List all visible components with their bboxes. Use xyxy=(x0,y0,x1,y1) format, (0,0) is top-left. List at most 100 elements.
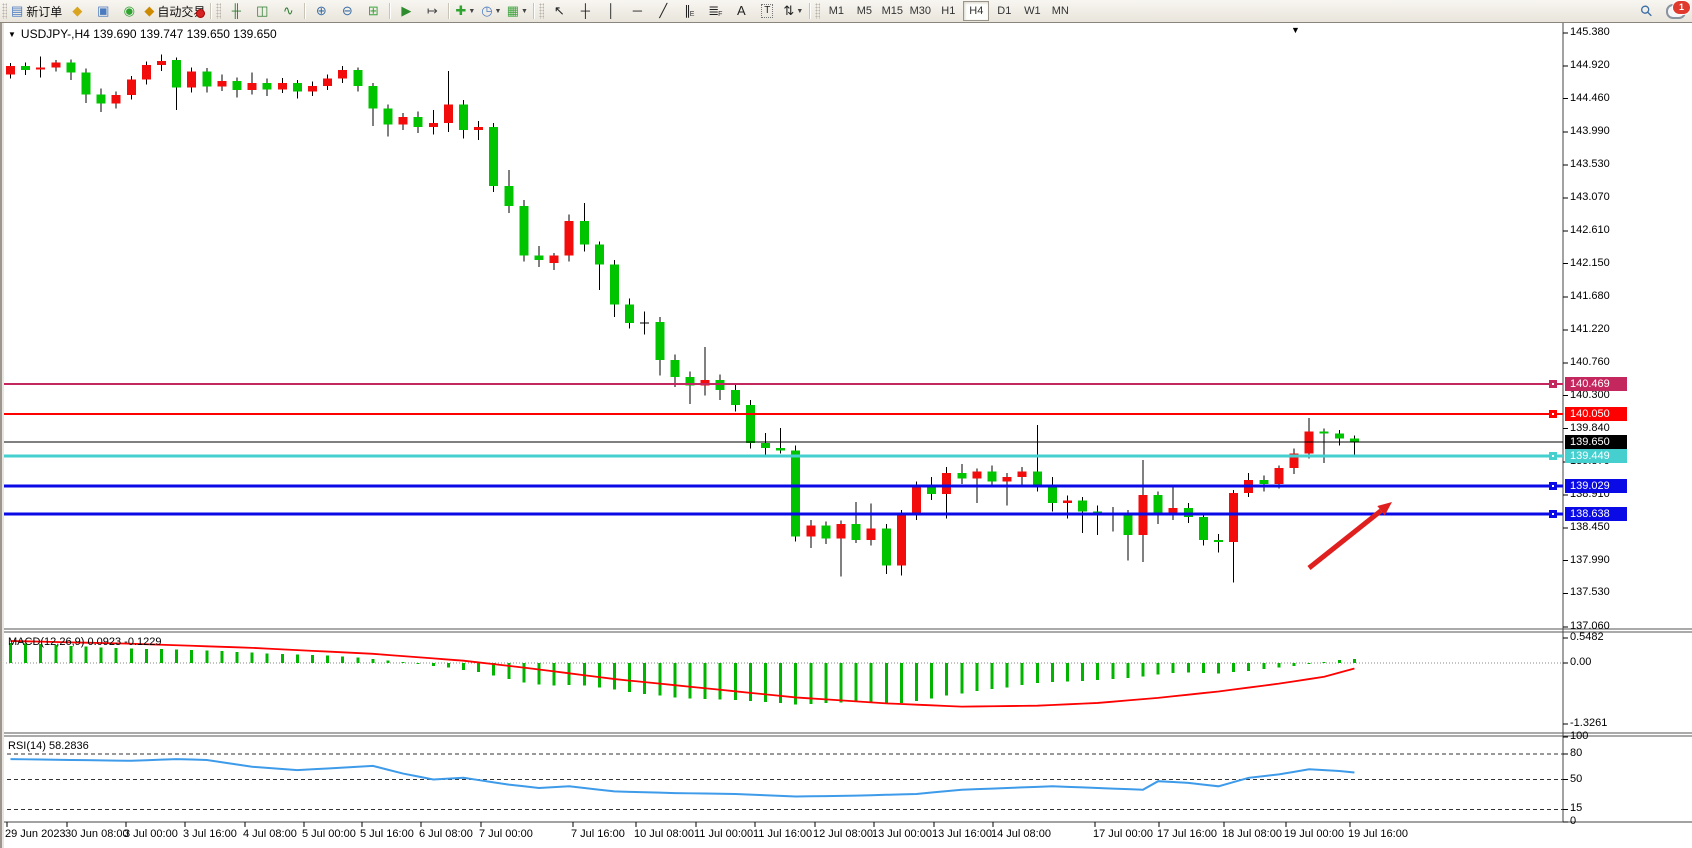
signals-button[interactable]: ◉ xyxy=(116,1,142,21)
toolbar-drag-handle[interactable] xyxy=(539,3,544,19)
time-axis-label[interactable]: 7 Jul 16:00 xyxy=(571,828,625,840)
timeframe-m5-button[interactable]: M5 xyxy=(851,1,877,21)
line-chart-button[interactable]: ∿ xyxy=(275,1,301,21)
time-axis-label[interactable]: 10 Jul 08:00 xyxy=(634,828,694,840)
time-axis-label[interactable]: 30 Jun 08:00 xyxy=(65,828,129,840)
chevron-down-icon[interactable]: ▼ xyxy=(468,8,475,15)
price-axis-tick-label[interactable]: 143.990 xyxy=(1570,125,1610,137)
profiles-button[interactable]: ◆ xyxy=(64,1,90,21)
candle-up xyxy=(323,79,332,86)
timeframe-m30-button[interactable]: M30 xyxy=(907,1,933,21)
cursor-button[interactable]: ↖ xyxy=(546,1,572,21)
time-axis-label[interactable]: 13 Jul 16:00 xyxy=(932,828,992,840)
tile-windows-button[interactable]: ⊞ xyxy=(360,1,386,21)
chart-title[interactable]: ▼ USDJPY-,H4 139.690 139.747 139.650 139… xyxy=(8,27,277,41)
chevron-down-icon[interactable]: ▼ xyxy=(495,8,502,15)
timeframe-w1-button[interactable]: W1 xyxy=(1019,1,1045,21)
timeframe-m1-button[interactable]: M1 xyxy=(823,1,849,21)
fibonacci-button[interactable]: ≣F xyxy=(702,1,728,21)
equidistant-channel-button[interactable]: ∥E xyxy=(676,1,702,21)
timeframe-m15-button[interactable]: M15 xyxy=(879,1,905,21)
timeframe-h4-button[interactable]: H4 xyxy=(963,1,989,21)
zoom-out-icon: ⊖ xyxy=(342,1,353,21)
toolbar-drag-handle[interactable] xyxy=(815,3,820,19)
price-axis-tick-label[interactable]: 142.150 xyxy=(1570,257,1610,269)
candle-down xyxy=(791,451,800,537)
time-axis-label[interactable]: 11 Jul 16:00 xyxy=(753,828,812,840)
auto-trading-button[interactable]: ◆自动交易 xyxy=(142,1,207,21)
macd-axis-label[interactable]: 0.00 xyxy=(1570,656,1591,668)
chart-window[interactable]: ▼ USDJPY-,H4 139.690 139.747 139.650 139… xyxy=(0,23,1692,848)
macd-axis-label[interactable]: 0.5482 xyxy=(1570,631,1604,643)
chart-corner-arrow-icon[interactable]: ▼ xyxy=(1291,25,1300,35)
time-axis-label[interactable]: 19 Jul 16:00 xyxy=(1348,828,1408,840)
chart-menu-arrow-icon[interactable]: ▼ xyxy=(8,30,16,39)
toolbar-drag-handle[interactable] xyxy=(2,3,7,19)
chevron-down-icon[interactable]: ▼ xyxy=(521,8,528,15)
rsi-axis-label[interactable]: 15 xyxy=(1570,802,1582,814)
candle-down xyxy=(368,86,377,109)
candlestick-chart-button[interactable]: ◫ xyxy=(249,1,275,21)
rsi-axis-label[interactable]: 50 xyxy=(1570,773,1582,785)
timeframe-mn-button[interactable]: MN xyxy=(1047,1,1073,21)
time-axis-label[interactable]: 12 Jul 08:00 xyxy=(813,828,873,840)
timeframe-d1-button[interactable]: D1 xyxy=(991,1,1017,21)
time-axis-label[interactable]: 29 Jun 2023 xyxy=(5,828,66,840)
time-axis-label[interactable]: 7 Jul 00:00 xyxy=(479,828,533,840)
trend-arrow-line[interactable] xyxy=(1309,511,1381,568)
indicators-button[interactable]: ✚▼ xyxy=(452,1,478,21)
time-axis-label[interactable]: 13 Jul 00:00 xyxy=(872,828,932,840)
time-axis-label[interactable]: 3 Jul 00:00 xyxy=(124,828,178,840)
price-axis-tick-label[interactable]: 138.450 xyxy=(1570,521,1610,533)
time-axis-label[interactable]: 11 Jul 00:00 xyxy=(694,828,753,840)
price-chart-canvas[interactable] xyxy=(0,23,1692,848)
templates-button[interactable]: ▦▼ xyxy=(504,1,530,21)
new-order-button[interactable]: ▤新订单 xyxy=(9,1,64,21)
time-axis-label[interactable]: 17 Jul 16:00 xyxy=(1157,828,1217,840)
time-axis-label[interactable]: 14 Jul 08:00 xyxy=(991,828,1051,840)
chat-icon[interactable]: 1 xyxy=(1666,4,1686,19)
price-axis-tick-label[interactable]: 144.920 xyxy=(1570,59,1610,71)
vertical-line-button[interactable]: │ xyxy=(598,1,624,21)
periods-button[interactable]: ◷▼ xyxy=(478,1,504,21)
chevron-down-icon[interactable]: ▼ xyxy=(796,8,803,15)
toolbar-drag-handle[interactable] xyxy=(216,3,221,19)
price-axis-tick-label[interactable]: 141.220 xyxy=(1570,323,1610,335)
terminal-button[interactable]: ▣ xyxy=(90,1,116,21)
time-axis-label[interactable]: 18 Jul 08:00 xyxy=(1222,828,1282,840)
price-axis-tick-label[interactable]: 142.610 xyxy=(1570,224,1610,236)
price-axis-tick-label[interactable]: 140.760 xyxy=(1570,356,1610,368)
price-axis-tick-label[interactable]: 144.460 xyxy=(1570,92,1610,104)
rsi-axis-label[interactable]: 0 xyxy=(1570,815,1576,827)
price-axis-tick-label[interactable]: 139.840 xyxy=(1570,422,1610,434)
price-axis-tick-label[interactable]: 141.680 xyxy=(1570,290,1610,302)
time-axis-label[interactable]: 19 Jul 00:00 xyxy=(1284,828,1344,840)
price-axis-tick-label[interactable]: 145.380 xyxy=(1570,26,1610,38)
bar-chart-button[interactable]: ╫ xyxy=(223,1,249,21)
time-axis-label[interactable]: 4 Jul 08:00 xyxy=(243,828,297,840)
horizontal-line-button[interactable]: ─ xyxy=(624,1,650,21)
rsi-axis-label[interactable]: 80 xyxy=(1570,747,1582,759)
price-axis-tick-label[interactable]: 143.530 xyxy=(1570,158,1610,170)
price-axis-tick-label[interactable]: 137.990 xyxy=(1570,554,1610,566)
rsi-axis-label[interactable]: 100 xyxy=(1570,730,1588,742)
chart-shift-button[interactable]: ↦ xyxy=(419,1,445,21)
macd-axis-label[interactable]: -1.3261 xyxy=(1570,717,1607,729)
text-label-button[interactable]: T xyxy=(754,1,780,21)
text-button[interactable]: A xyxy=(728,1,754,21)
trend-line-button[interactable]: ╱ xyxy=(650,1,676,21)
auto-scroll-button[interactable]: ▶ xyxy=(393,1,419,21)
price-axis-tick-label[interactable]: 143.070 xyxy=(1570,191,1610,203)
time-axis-label[interactable]: 5 Jul 00:00 xyxy=(302,828,356,840)
time-axis-label[interactable]: 6 Jul 08:00 xyxy=(419,828,473,840)
candle-down xyxy=(595,244,604,264)
time-axis-label[interactable]: 5 Jul 16:00 xyxy=(360,828,414,840)
timeframe-h1-button[interactable]: H1 xyxy=(935,1,961,21)
arrows-button[interactable]: ⇅▼ xyxy=(780,1,806,21)
time-axis-label[interactable]: 3 Jul 16:00 xyxy=(183,828,237,840)
zoom-in-button[interactable]: ⊕ xyxy=(308,1,334,21)
time-axis-label[interactable]: 17 Jul 00:00 xyxy=(1093,828,1153,840)
price-axis-tick-label[interactable]: 137.530 xyxy=(1570,586,1610,598)
crosshair-button[interactable]: ┼ xyxy=(572,1,598,21)
zoom-out-button[interactable]: ⊖ xyxy=(334,1,360,21)
